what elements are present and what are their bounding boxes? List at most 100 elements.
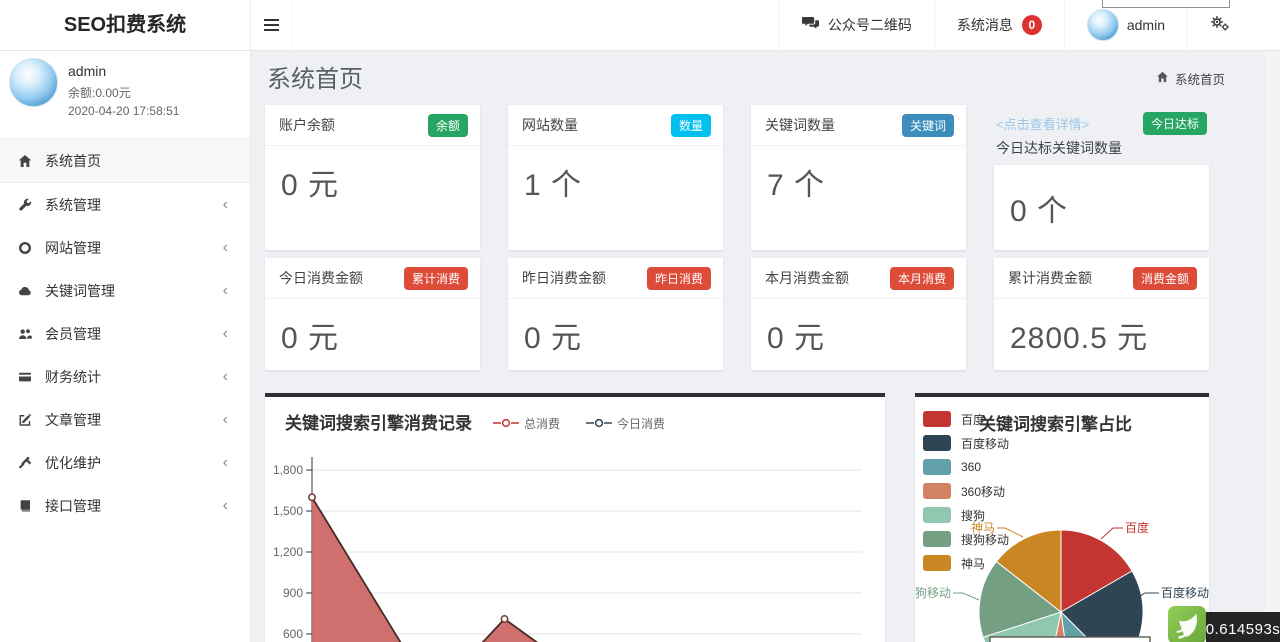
line-marker-icon: [493, 417, 519, 431]
legend-item-搜狗移动[interactable]: 搜狗移动: [923, 527, 1009, 551]
gavel-icon: [18, 456, 45, 470]
stat-card: 网站数量 数量 1 个: [508, 105, 723, 250]
detail-link[interactable]: <点击查看详情>: [996, 114, 1089, 133]
stat-cards-row-1: 账户余额 余额 0 元 网站数量 数量 1 个 关键词数量 关键词 7 个 <点击查看详情> 今日达…: [265, 105, 1209, 250]
stat-card-header: 今日消费金额 累计消费: [265, 258, 480, 299]
svg-text:1,500: 1,500: [273, 504, 303, 518]
engine-pie-panel: 关键词搜索引擎占比 百度 百度移动 360 360移动 搜狗 搜狗移动 神马 神马 百度 百度移…: [915, 393, 1209, 642]
legend-item-神马[interactable]: 神马: [923, 551, 1009, 575]
comments-icon: [801, 16, 820, 34]
book-icon: [18, 499, 45, 513]
line-marker-icon: [586, 417, 613, 431]
page-title: 系统首页: [267, 66, 363, 93]
app-logo[interactable]: SEO扣费系统: [0, 0, 251, 50]
breadcrumb[interactable]: 系统首页: [1156, 69, 1225, 88]
svg-text:1,200: 1,200: [273, 545, 303, 559]
stat-card-body: 2800.5 元: [994, 299, 1209, 370]
main-content: 系统首页 系统首页 账户余额 余额 0 元 网站数量 数量 1 个 关键词数量 关键词 7 个 <…: [250, 50, 1280, 642]
stat-value: 0 元: [767, 321, 826, 355]
stat-card: 账户余额 余额 0 元: [265, 105, 480, 250]
stat-card-header: 本月消费金额 本月消费: [751, 258, 966, 299]
chevron-left-icon: ‹: [222, 410, 228, 428]
legend-swatch: [923, 411, 951, 427]
messages-count-badge: 0: [1021, 15, 1042, 35]
sidebar-item-label: 系统管理: [45, 196, 101, 213]
legend-item-搜狗[interactable]: 搜狗: [923, 503, 1009, 527]
legend-label: 神马: [961, 556, 986, 571]
stat-card-header: 账户余额 余额: [265, 105, 480, 146]
sidebar-toggle-button[interactable]: [251, 0, 292, 50]
legend-label: 360移动: [961, 484, 1006, 499]
status-badge: 余额: [427, 113, 468, 137]
user-balance: 余额:0.00元: [68, 86, 131, 100]
legend-item-360移动[interactable]: 360移动: [923, 479, 1009, 503]
sidebar-menu: 系统首页 系统管理 ‹ 网站管理 ‹ 关键词管理 ‹ 会员管理 ‹ 财务统计 ‹ 文章管理 ‹ 优化维护 ‹…: [0, 138, 250, 527]
sidebar-item-home[interactable]: 系统首页: [0, 138, 250, 183]
sidebar-item-website[interactable]: 网站管理 ‹: [0, 226, 250, 269]
stat-card-body: 7 个: [751, 146, 966, 217]
sidebar-item-maintenance[interactable]: 优化维护 ‹: [0, 441, 250, 484]
stat-value: 7 个: [767, 168, 826, 202]
stat-card: 昨日消费金额 昨日消费 0 元: [508, 258, 723, 370]
stat-card-title: 昨日消费金额: [522, 270, 606, 286]
legend-swatch: [923, 483, 951, 499]
chart-title: 关键词搜索引擎占比: [979, 415, 1132, 434]
sidebar-item-finance[interactable]: 财务统计 ‹: [0, 355, 250, 398]
stat-card-title: 账户余额: [279, 117, 335, 133]
stat-card-header: 关键词数量 关键词: [751, 105, 966, 146]
sidebar: admin 余额:0.00元 2020-04-20 17:58:51 系统首页系…: [0, 50, 251, 642]
legend-item-360[interactable]: 360: [923, 455, 1009, 479]
sidebar-item-members[interactable]: 会员管理 ‹: [0, 312, 250, 355]
stat-value: 2800.5 元: [1010, 321, 1149, 355]
sidebar-item-label: 关键词管理: [45, 282, 115, 299]
avatar: [9, 58, 58, 107]
legend-label: 百度移动: [961, 436, 1010, 451]
legend-item-今日消费[interactable]: 今日消费: [586, 415, 665, 432]
chart-title: 关键词搜索引擎消费记录: [285, 414, 472, 433]
users-icon: [18, 327, 45, 341]
page-load-time-badge: 0.614593s: [1206, 612, 1280, 642]
chevron-left-icon: ‹: [222, 324, 228, 342]
sidebar-item-system[interactable]: 系统管理 ‹: [0, 183, 250, 226]
sidebar-item-label: 财务统计: [45, 368, 101, 385]
stat-card-header: 累计消费金额 消费金额: [994, 258, 1209, 299]
sidebar-item-label: 接口管理: [45, 497, 101, 514]
top-navbar: SEO扣费系统 公众号二维码 系统消息 0 admin: [0, 0, 1280, 51]
wrench-icon: [18, 198, 45, 212]
username-label: admin: [1126, 17, 1165, 33]
home-icon: [18, 154, 45, 168]
line-chart-legend: 总消费 今日消费: [493, 415, 665, 432]
status-badge: 数量: [670, 113, 711, 137]
stat-value: 0 元: [524, 321, 583, 355]
stat-value: 1 个: [524, 168, 583, 202]
sidebar-item-api[interactable]: 接口管理 ‹: [0, 484, 250, 527]
stat-card-header: 网站数量 数量: [508, 105, 723, 146]
stat-card-subtitle: 今日达标关键词数量: [996, 140, 1122, 156]
trace-leaf-icon[interactable]: [1168, 606, 1206, 642]
stat-card-title: 今日消费金额: [279, 270, 363, 286]
credit-card-icon: [18, 370, 45, 384]
status-badge: 本月消费: [889, 266, 954, 290]
qrcode-label: 公众号二维码: [827, 17, 912, 33]
avatar: [1086, 9, 1119, 41]
qrcode-menu-item[interactable]: 公众号二维码: [778, 0, 934, 50]
legend-label: 搜狗: [961, 508, 986, 523]
status-badge: 关键词: [901, 113, 954, 137]
messages-label: 系统消息: [956, 17, 1013, 33]
scrollbar-track[interactable]: [1266, 50, 1280, 642]
legend-item-总消费[interactable]: 总消费: [493, 415, 560, 432]
user-datetime: 2020-04-20 17:58:51: [68, 104, 180, 118]
stat-card-title: 关键词数量: [765, 117, 835, 133]
cloud-icon: [18, 284, 45, 298]
dropdown-edge-artifact: [1102, 0, 1230, 8]
sidebar-item-articles[interactable]: 文章管理 ‹: [0, 398, 250, 441]
stat-card-body: 0 个: [994, 165, 1209, 250]
sidebar-item-keywords[interactable]: 关键词管理 ‹: [0, 269, 250, 312]
sidebar-item-label: 文章管理: [45, 411, 101, 428]
stat-card: 累计消费金额 消费金额 2800.5 元: [994, 258, 1209, 370]
legend-label: 360: [961, 460, 982, 474]
gears-icon: [1210, 15, 1230, 35]
stat-card-title: 累计消费金额: [1008, 270, 1092, 286]
messages-menu-item[interactable]: 系统消息 0: [933, 0, 1064, 50]
status-badge: 昨日消费: [646, 266, 711, 290]
